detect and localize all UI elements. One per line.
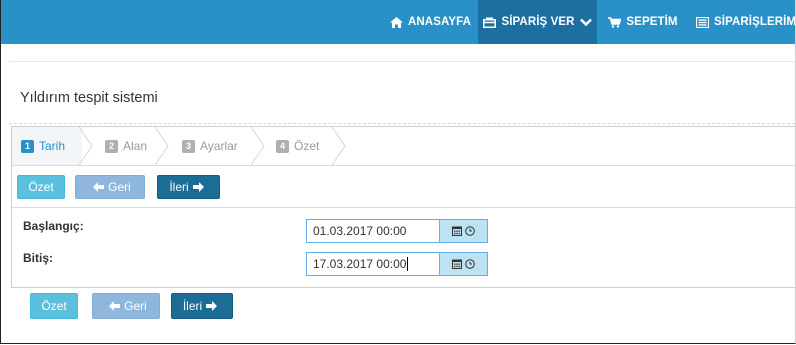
calendar-icon: [452, 226, 462, 236]
end-date-label: Bitiş:: [23, 251, 53, 265]
step-date[interactable]: 1 Tarih: [21, 127, 65, 165]
back-button-label: Geri: [124, 299, 147, 313]
start-date-label: Başlangıç:: [23, 219, 84, 233]
title-divider: [9, 123, 795, 124]
arrow-left-icon: [109, 301, 121, 311]
summary-button-label: Özet: [28, 180, 54, 194]
header-divider: [9, 61, 795, 62]
nav-order-link[interactable]: SİPARİŞ VER: [478, 0, 597, 44]
step-number-badge: 1: [21, 139, 34, 153]
next-button-label: İleri: [182, 299, 203, 313]
step-number-badge: 3: [182, 139, 195, 153]
step-summary[interactable]: 4 Özet: [276, 127, 319, 165]
form-divider: [12, 207, 795, 208]
start-date-input[interactable]: 01.03.2017 00:00: [306, 219, 440, 243]
arrow-right-icon: [192, 182, 204, 192]
text-cursor: [407, 257, 409, 271]
next-button-bottom[interactable]: İleri: [171, 293, 233, 319]
nav-orders-label: SİPARİŞLERİM: [714, 16, 796, 28]
back-button-label: Geri: [108, 180, 131, 194]
next-button-label: İleri: [169, 180, 189, 194]
end-date-input[interactable]: 17.03.2017 00:00: [306, 252, 440, 276]
summary-button-label: Özet: [41, 299, 67, 313]
step-label: Tarih: [39, 139, 66, 153]
next-button-top[interactable]: İleri: [157, 175, 220, 199]
nav-home-link[interactable]: ANASAYFA: [383, 0, 478, 44]
clock-icon: [465, 259, 475, 269]
home-icon: [390, 16, 403, 28]
step-label: Özet: [294, 139, 320, 153]
step-area[interactable]: 2 Alan: [105, 127, 147, 165]
calendar-icon: [452, 259, 462, 269]
nav-home-label: ANASAYFA: [408, 16, 471, 28]
order-icon: [483, 17, 497, 28]
step-separator-chevron: [154, 127, 169, 165]
wizard-steps: 1 Tarih 2 Alan 3 Ayarlar 4 Özet: [12, 127, 795, 166]
page-title: Yıldırım tespit sistemi: [20, 90, 158, 106]
wizard-panel: 1 Tarih 2 Alan 3 Ayarlar 4 Özet Özet Ger…: [11, 126, 795, 288]
top-navbar: ANASAYFA SİPARİŞ VER SEPETİM SİPARİŞLERİ…: [1, 0, 796, 44]
nav-cart-link[interactable]: SEPETİM: [597, 0, 689, 44]
nav-cart-label: SEPETİM: [626, 16, 678, 28]
step-settings[interactable]: 3 Ayarlar: [182, 127, 238, 165]
back-button-top[interactable]: Geri: [75, 175, 145, 199]
start-date-value: 01.03.2017 00:00: [313, 224, 407, 238]
clock-icon: [465, 226, 475, 236]
end-date-picker-button[interactable]: [440, 252, 488, 276]
nav-orders-link[interactable]: SİPARİŞLERİM: [691, 0, 796, 44]
cart-icon: [608, 16, 622, 28]
step-label: Alan: [123, 139, 148, 153]
summary-button-bottom[interactable]: Özet: [30, 293, 78, 319]
step-separator-chevron: [331, 127, 346, 165]
step-label: Ayarlar: [200, 139, 238, 153]
arrow-right-icon: [206, 301, 218, 311]
arrow-left-icon: [93, 182, 105, 192]
step-separator-chevron: [78, 127, 93, 165]
chevron-down-icon: [579, 18, 592, 26]
nav-order-label: SİPARİŞ VER: [501, 16, 575, 28]
app-frame: ANASAYFA SİPARİŞ VER SEPETİM SİPARİŞLERİ…: [0, 0, 796, 344]
list-icon: [696, 16, 709, 28]
start-date-picker-button[interactable]: [440, 219, 488, 243]
step-number-badge: 2: [105, 139, 118, 153]
end-date-value: 17.03.2017 00:00: [313, 257, 407, 271]
step-number-badge: 4: [276, 139, 289, 153]
back-button-bottom[interactable]: Geri: [92, 293, 160, 319]
step-separator-chevron: [250, 127, 265, 165]
summary-button-top[interactable]: Özet: [17, 175, 65, 199]
